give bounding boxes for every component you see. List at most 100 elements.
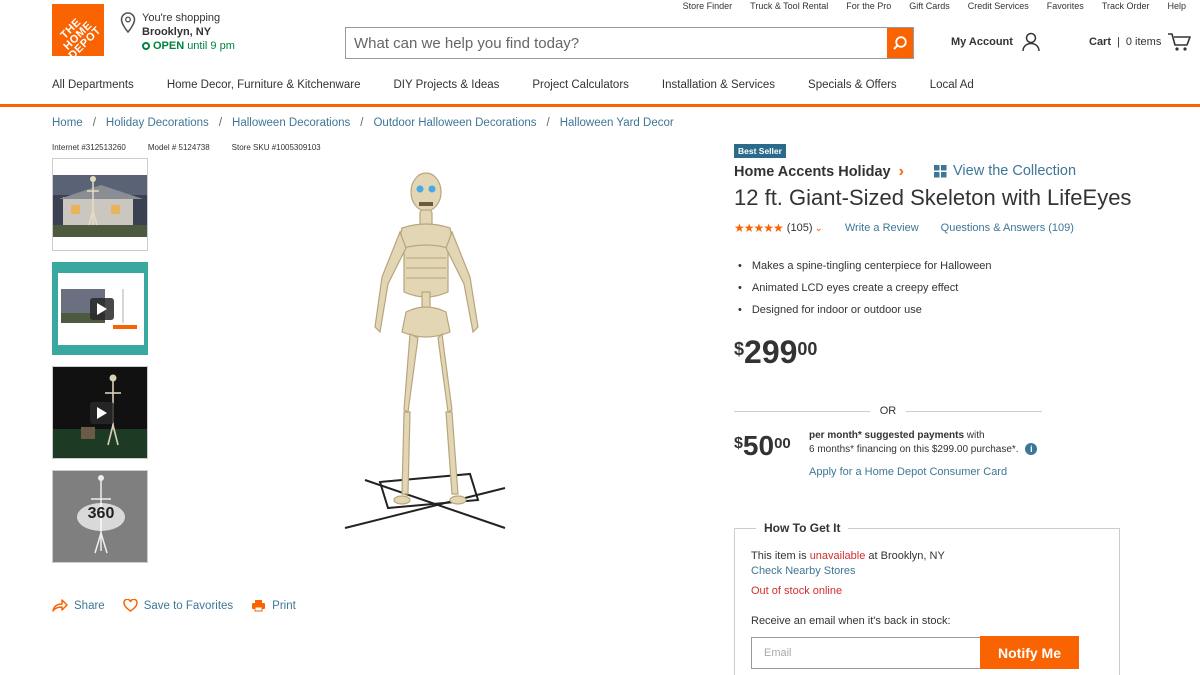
breadcrumb-separator: / bbox=[360, 117, 364, 129]
internet-number: Internet #312513260 bbox=[52, 143, 126, 152]
financing-text: per month* suggested payments with 6 mon… bbox=[809, 429, 1069, 457]
store-sku: Store SKU #1005309103 bbox=[231, 143, 321, 152]
util-link-for-the-pro[interactable]: For the Pro bbox=[846, 1, 891, 11]
nav-installation-services[interactable]: Installation & Services bbox=[662, 79, 775, 91]
util-link-track-order[interactable]: Track Order bbox=[1102, 1, 1150, 11]
breadcrumb-halloween-decorations[interactable]: Halloween Decorations bbox=[232, 117, 350, 129]
questions-answers-link[interactable]: Questions & Answers (109) bbox=[941, 222, 1074, 234]
model-number: Model # 5124738 bbox=[147, 143, 210, 152]
nav-home-decor[interactable]: Home Decor, Furniture & Kitchenware bbox=[167, 79, 361, 91]
main-nav: All Departments Home Decor, Furniture & … bbox=[52, 79, 1007, 91]
cart-count: 0 items bbox=[1125, 36, 1162, 48]
breadcrumb-holiday-decorations[interactable]: Holiday Decorations bbox=[106, 117, 209, 129]
util-link-truck-tool-rental[interactable]: Truck & Tool Rental bbox=[750, 1, 828, 11]
view-collection-link[interactable]: View the Collection bbox=[934, 163, 1076, 179]
info-icon[interactable]: i bbox=[1025, 443, 1038, 456]
share-button[interactable]: Share bbox=[52, 599, 105, 612]
logo-text: THE HOME DEPOT bbox=[58, 16, 104, 56]
breadcrumb-home[interactable]: Home bbox=[52, 117, 83, 129]
feature-item: Animated LCD eyes create a creepy effect bbox=[738, 277, 992, 299]
breadcrumb-outdoor-halloween[interactable]: Outdoor Halloween Decorations bbox=[373, 117, 536, 129]
my-account-label: My Account bbox=[951, 36, 1013, 48]
open-label: OPEN bbox=[153, 40, 185, 52]
write-review-link[interactable]: Write a Review bbox=[845, 222, 919, 234]
price-cents: 00 bbox=[797, 339, 818, 359]
or-label: OR bbox=[879, 405, 897, 417]
price-currency: $ bbox=[734, 339, 745, 359]
chevron-down-icon[interactable]: ⌄ bbox=[814, 223, 822, 234]
nav-all-departments[interactable]: All Departments bbox=[52, 79, 134, 91]
utility-links: Store Finder Truck & Tool Rental For the… bbox=[683, 1, 1186, 11]
star-rating[interactable]: ★★★★★ bbox=[734, 221, 784, 235]
feature-item: Designed for indoor or outdoor use bbox=[738, 299, 992, 321]
nav-specials-offers[interactable]: Specials & Offers bbox=[808, 79, 897, 91]
notify-me-button[interactable]: Notify Me bbox=[980, 636, 1079, 669]
util-link-store-finder[interactable]: Store Finder bbox=[683, 1, 733, 11]
product-video-thumbnail[interactable] bbox=[52, 262, 148, 355]
share-label: Share bbox=[74, 599, 105, 612]
breadcrumb-halloween-yard-decor[interactable]: Halloween Yard Decor bbox=[560, 117, 674, 129]
cart-label: Cart bbox=[1089, 36, 1112, 48]
breadcrumb-separator: / bbox=[92, 117, 96, 129]
util-link-favorites[interactable]: Favorites bbox=[1047, 1, 1084, 11]
save-to-favorites-button[interactable]: Save to Favorites bbox=[122, 599, 233, 612]
monthly-dollars: 50 bbox=[742, 430, 775, 461]
store-hours: OPEN until 9 pm bbox=[142, 39, 235, 53]
collection-grid-icon bbox=[934, 164, 947, 177]
avail-suffix: at Brooklyn, NY bbox=[865, 550, 945, 562]
financing-detail: 6 months* financing on this $299.00 purc… bbox=[809, 444, 1019, 455]
util-link-credit-services[interactable]: Credit Services bbox=[968, 1, 1029, 11]
or-divider: OR bbox=[734, 405, 1042, 417]
store-city: Brooklyn, NY bbox=[142, 26, 212, 38]
print-label: Print bbox=[272, 599, 296, 612]
store-selector[interactable]: You're shopping Brooklyn, NY OPEN until … bbox=[142, 11, 235, 53]
breadcrumb-separator: / bbox=[546, 117, 550, 129]
product-title: 12 ft. Giant-Sized Skeleton with LifeEye… bbox=[734, 185, 1132, 210]
360-view-thumbnail[interactable]: 360 bbox=[52, 470, 148, 563]
brand-name: Home Accents Holiday bbox=[734, 164, 891, 180]
play-icon bbox=[90, 402, 114, 424]
hours-label: until 9 pm bbox=[187, 40, 235, 52]
brand-link[interactable]: Home Accents Holiday › bbox=[734, 163, 904, 181]
search-bar bbox=[345, 27, 914, 59]
location-pin-icon bbox=[120, 12, 136, 39]
email-field[interactable] bbox=[751, 637, 981, 669]
cart-separator: | bbox=[1117, 36, 1120, 48]
monthly-price: $ 50 00 bbox=[734, 431, 791, 461]
my-account-button[interactable]: My Account bbox=[951, 32, 1041, 52]
util-link-help[interactable]: Help bbox=[1167, 1, 1186, 11]
email-prompt: Receive an email when it's back in stock… bbox=[751, 615, 951, 627]
search-button[interactable] bbox=[887, 28, 913, 58]
apply-card-link[interactable]: Apply for a Home Depot Consumer Card bbox=[809, 466, 1007, 478]
360-label: 360 bbox=[87, 505, 115, 522]
cart-button[interactable]: Cart | 0 items bbox=[1089, 32, 1192, 52]
product-price: $ 299 00 bbox=[734, 335, 817, 369]
open-status-icon bbox=[142, 42, 150, 50]
avail-prefix: This item is bbox=[751, 550, 810, 562]
nav-local-ad[interactable]: Local Ad bbox=[930, 79, 974, 91]
nav-diy-projects[interactable]: DIY Projects & Ideas bbox=[393, 79, 499, 91]
best-seller-badge: Best Seller bbox=[734, 144, 786, 158]
collection-label: View the Collection bbox=[953, 163, 1077, 179]
skeleton-on-house-thumbnail[interactable] bbox=[52, 158, 148, 251]
share-actions: Share Save to Favorites Print bbox=[52, 599, 296, 612]
search-input[interactable] bbox=[346, 28, 887, 58]
check-nearby-stores-link[interactable]: Check Nearby Stores bbox=[751, 565, 856, 577]
review-count[interactable]: (105) bbox=[787, 222, 813, 234]
availability: This item is unavailable at Brooklyn, NY… bbox=[751, 549, 945, 579]
rating-row: ★★★★★ (105) ⌄ Write a Review Questions &… bbox=[734, 221, 1074, 235]
financing-bold: per month* suggested payments bbox=[809, 430, 965, 441]
feature-list: Makes a spine-tingling centerpiece for H… bbox=[738, 255, 992, 321]
financing-with: with bbox=[964, 430, 985, 441]
cart-icon bbox=[1168, 33, 1192, 51]
shopping-label: You're shopping bbox=[142, 12, 221, 24]
night-video-thumbnail[interactable] bbox=[52, 366, 148, 459]
breadcrumb-separator: / bbox=[218, 117, 223, 129]
home-depot-logo[interactable]: THE HOME DEPOT bbox=[52, 4, 104, 56]
monthly-cents: 00 bbox=[774, 435, 791, 452]
print-button[interactable]: Print bbox=[251, 599, 296, 612]
nav-project-calculators[interactable]: Project Calculators bbox=[532, 79, 629, 91]
user-icon bbox=[1022, 32, 1040, 52]
main-product-image[interactable] bbox=[330, 162, 520, 534]
util-link-gift-cards[interactable]: Gift Cards bbox=[909, 1, 950, 11]
